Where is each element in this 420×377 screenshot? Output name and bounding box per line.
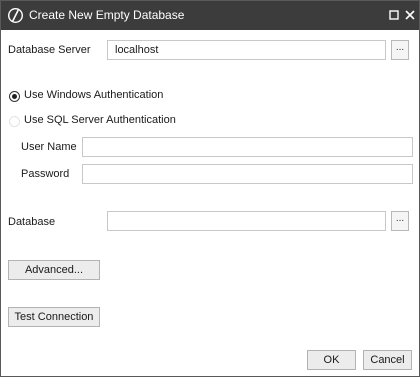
app-logo-icon — [7, 7, 24, 24]
database-label: Database — [8, 216, 56, 228]
password-input[interactable] — [82, 164, 413, 184]
username-input[interactable] — [82, 137, 413, 157]
password-label: Password — [21, 168, 70, 180]
advanced-button[interactable]: Advanced... — [8, 260, 100, 280]
database-input[interactable] — [107, 211, 386, 231]
title-bar: Create New Empty Database — [1, 1, 419, 30]
ok-button[interactable]: OK — [307, 350, 356, 370]
windows-auth-radio[interactable] — [9, 91, 20, 102]
windows-auth-label[interactable]: Use Windows Authentication — [24, 89, 163, 101]
dialog-title: Create New Empty Database — [29, 8, 185, 22]
database-browse-button[interactable]: ... — [391, 211, 409, 231]
sql-auth-radio[interactable] — [9, 116, 20, 127]
server-browse-button[interactable]: ... — [391, 40, 409, 60]
close-icon[interactable] — [403, 8, 417, 22]
database-server-label: Database Server — [8, 44, 91, 56]
username-label: User Name — [21, 141, 77, 153]
test-connection-button[interactable]: Test Connection — [8, 307, 100, 327]
cancel-button[interactable]: Cancel — [363, 350, 412, 370]
sql-auth-label[interactable]: Use SQL Server Authentication — [24, 114, 176, 126]
maximize-icon[interactable] — [387, 8, 401, 22]
database-server-input[interactable] — [107, 40, 386, 60]
create-database-dialog: Create New Empty Database Database Serve… — [0, 0, 420, 377]
